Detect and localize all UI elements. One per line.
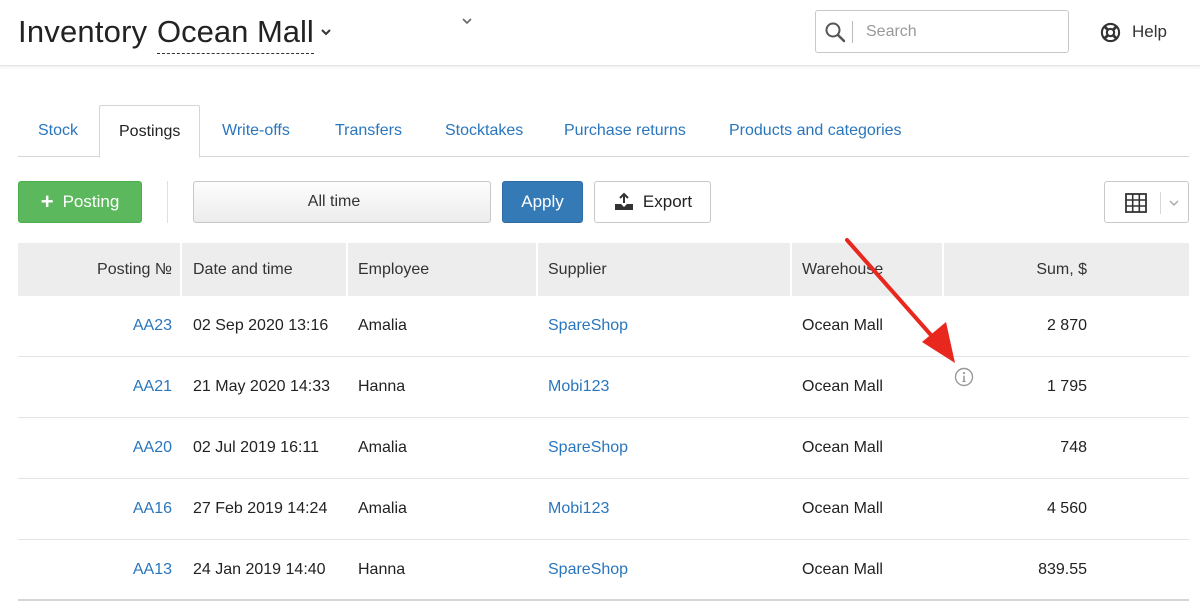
- postings-table: Posting № Date and time Employee Supplie…: [18, 243, 1189, 601]
- help-label: Help: [1132, 22, 1167, 41]
- tab-stock[interactable]: Stock: [38, 105, 78, 157]
- tab-products-and-categories[interactable]: Products and categories: [729, 105, 902, 157]
- table-row[interactable]: AA21 21 May 2020 14:33 Hanna Mobi123 Oce…: [18, 357, 1189, 418]
- plus-icon: +: [40, 189, 54, 214]
- export-icon: [614, 192, 633, 210]
- column-header-warehouse[interactable]: Warehouse: [802, 243, 883, 296]
- table-bottom-border: [18, 599, 1189, 601]
- period-select-value: All time: [307, 193, 361, 210]
- column-header-posting-number[interactable]: Posting №: [18, 243, 172, 296]
- supplier-link[interactable]: SpareShop: [548, 540, 628, 600]
- column-divider: [180, 243, 182, 296]
- posting-number-link[interactable]: AA21: [18, 357, 172, 417]
- column-divider: [942, 243, 944, 296]
- supplier-link[interactable]: SpareShop: [548, 296, 628, 356]
- posting-datetime: 02 Sep 2020 13:16: [193, 317, 329, 334]
- tab-stocktakes[interactable]: Stocktakes: [445, 105, 523, 157]
- period-select[interactable]: All time: [193, 181, 491, 223]
- export-button[interactable]: Export: [594, 181, 711, 223]
- posting-employee: Hanna: [358, 378, 406, 395]
- chevron-down-icon[interactable]: [1168, 198, 1180, 208]
- posting-number-link[interactable]: AA13: [18, 540, 172, 600]
- apply-button[interactable]: Apply: [502, 181, 583, 223]
- posting-warehouse: Ocean Mall: [802, 439, 883, 456]
- tab-write-offs[interactable]: Write-offs: [222, 105, 290, 157]
- table-row[interactable]: AA23 02 Sep 2020 13:16 Amalia SpareShop …: [18, 296, 1189, 357]
- column-header-sum[interactable]: Sum, $: [948, 243, 1087, 296]
- column-divider: [790, 243, 792, 296]
- posting-number-link[interactable]: AA23: [18, 296, 172, 356]
- posting-number-link[interactable]: AA20: [18, 418, 172, 478]
- chevron-down-icon: [462, 18, 472, 25]
- posting-warehouse: Ocean Mall: [802, 378, 883, 395]
- posting-warehouse: Ocean Mall: [802, 561, 883, 578]
- app-header: Inventory Ocean Mall Help: [0, 0, 1200, 66]
- column-header-employee[interactable]: Employee: [358, 243, 429, 296]
- column-header-supplier[interactable]: Supplier: [548, 243, 607, 296]
- posting-datetime: 27 Feb 2019 14:24: [193, 500, 328, 517]
- table-header: Posting № Date and time Employee Supplie…: [18, 243, 1189, 296]
- posting-sum: 1 795: [1046, 378, 1087, 395]
- columns-button-divider: [1160, 192, 1161, 214]
- lifebuoy-icon: [1100, 22, 1121, 42]
- search-input[interactable]: [866, 20, 1056, 44]
- chevron-down-icon[interactable]: [320, 27, 332, 37]
- posting-employee: Amalia: [358, 317, 407, 334]
- posting-number-link[interactable]: AA16: [18, 479, 172, 539]
- toolbar-divider: [167, 181, 168, 223]
- supplier-link[interactable]: Mobi123: [548, 357, 609, 417]
- search-icon: [825, 22, 846, 43]
- add-posting-button[interactable]: + Posting: [18, 181, 142, 223]
- table-row[interactable]: AA20 02 Jul 2019 16:11 Amalia SpareShop …: [18, 418, 1189, 479]
- posting-employee: Hanna: [358, 561, 406, 578]
- table-grid-icon: [1125, 193, 1147, 213]
- search-box[interactable]: [815, 10, 1069, 53]
- store-selector[interactable]: Ocean Mall: [157, 14, 314, 54]
- posting-datetime: 02 Jul 2019 16:11: [193, 439, 320, 456]
- table-row[interactable]: AA13 24 Jan 2019 14:40 Hanna SpareShop O…: [18, 540, 1189, 601]
- posting-warehouse: Ocean Mall: [802, 500, 883, 517]
- posting-datetime: 21 May 2020 14:33: [193, 378, 330, 395]
- supplier-link[interactable]: SpareShop: [548, 418, 628, 478]
- posting-employee: Amalia: [358, 500, 407, 517]
- posting-sum: 4 560: [1046, 500, 1087, 517]
- posting-sum: 748: [1060, 439, 1087, 456]
- posting-sum: 2 870: [1046, 317, 1087, 334]
- supplier-link[interactable]: Mobi123: [548, 479, 609, 539]
- tab-purchase-returns[interactable]: Purchase returns: [564, 105, 686, 157]
- tab-bar: Stock Postings Write-offs Transfers Stoc…: [18, 105, 1189, 158]
- posting-datetime: 24 Jan 2019 14:40: [193, 561, 326, 578]
- page-title: Inventory: [18, 14, 148, 49]
- columns-settings-button[interactable]: [1104, 181, 1189, 223]
- help-link[interactable]: Help: [1100, 20, 1167, 44]
- posting-employee: Amalia: [358, 439, 407, 456]
- posting-sum: 839.55: [1038, 561, 1087, 578]
- posting-warehouse: Ocean Mall: [802, 317, 883, 334]
- export-label: Export: [642, 192, 693, 211]
- column-divider: [346, 243, 348, 296]
- add-posting-label: Posting: [62, 192, 120, 211]
- tab-postings[interactable]: Postings: [99, 105, 201, 158]
- column-divider: [536, 243, 538, 296]
- column-header-date[interactable]: Date and time: [193, 243, 293, 296]
- search-divider: [852, 21, 853, 43]
- tab-transfers[interactable]: Transfers: [335, 105, 402, 157]
- table-row[interactable]: AA16 27 Feb 2019 14:24 Amalia Mobi123 Oc…: [18, 479, 1189, 540]
